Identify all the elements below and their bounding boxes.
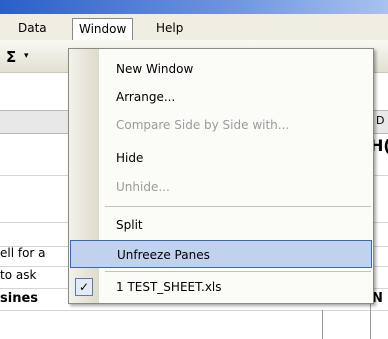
menu-item-new-window[interactable]: New Window (69, 55, 373, 83)
menu-item-label: Compare Side by Side with... (116, 118, 290, 132)
menu-item-label: Unhide... (116, 180, 170, 194)
menu-item-label: Split (116, 218, 143, 232)
menu-item-recent-file[interactable]: ✓ 1 TEST_SHEET.xls (69, 273, 373, 301)
menu-bar: Data Window Help (0, 14, 388, 41)
grid-line (0, 310, 388, 311)
menu-data[interactable]: Data (12, 18, 53, 38)
menu-item-hide[interactable]: Hide (69, 144, 373, 172)
menu-separator (105, 206, 371, 207)
window-menu-dropdown: New Window Arrange... Compare Side by Si… (68, 48, 374, 304)
menu-item-label: New Window (116, 62, 194, 76)
autosum-icon[interactable]: Σ (6, 48, 16, 66)
column-header-d[interactable]: D (372, 112, 388, 130)
menu-item-unhide: Unhide... (69, 173, 373, 201)
menu-item-label: Arrange... (116, 90, 176, 104)
cell-text[interactable]: to ask (0, 268, 36, 282)
menu-item-label: Hide (116, 151, 144, 165)
table-header-left[interactable]: sines (0, 291, 38, 306)
menu-item-arrange[interactable]: Arrange... (69, 83, 373, 111)
menu-window[interactable]: Window (72, 18, 134, 41)
menu-separator (105, 271, 371, 272)
menu-item-label: 1 TEST_SHEET.xls (116, 280, 222, 294)
cell-border (322, 310, 323, 339)
check-icon: ✓ (75, 278, 93, 296)
menu-help[interactable]: Help (150, 18, 189, 38)
cell-text[interactable]: ell for a (0, 246, 46, 260)
window-title-bar (0, 0, 388, 14)
menu-item-compare-side-by-side: Compare Side by Side with... (69, 111, 373, 139)
menu-item-label: Unfreeze Panes (117, 248, 210, 262)
menu-item-split[interactable]: Split (69, 211, 373, 239)
menu-item-unfreeze-panes[interactable]: Unfreeze Panes (70, 240, 372, 268)
autosum-dropdown-icon[interactable]: ▾ (24, 51, 29, 61)
